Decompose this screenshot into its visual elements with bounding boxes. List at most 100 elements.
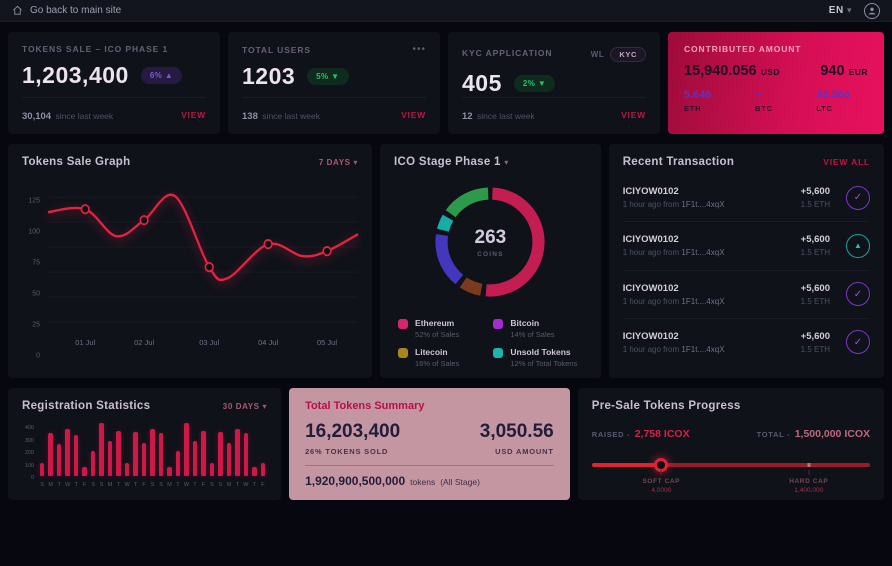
- hard-cap: HARD CAP 1,400,000: [789, 478, 828, 494]
- transaction-row[interactable]: ICIYOW0102 1 hour ago from 1F1t....4xqX …: [623, 174, 870, 221]
- x-tick: S: [97, 482, 105, 488]
- x-tick: T: [233, 482, 241, 488]
- bar: [201, 431, 206, 476]
- tokens-sold-label: 26% TOKENS SOLD: [305, 447, 400, 456]
- transaction-row[interactable]: ICIYOW0102 1 hour ago from 1F1t....4xqX …: [623, 221, 870, 269]
- x-tick: M: [46, 482, 54, 488]
- legend-item: Litecoin16% of Sales: [398, 347, 487, 368]
- bar: [252, 467, 257, 476]
- bar-column: [97, 420, 105, 476]
- y-tick: 400: [25, 425, 34, 431]
- usd-amount: 15,940.056 USD: [684, 63, 780, 79]
- x-tick: 03 Jul: [199, 338, 219, 347]
- triangle-up-icon: ▲: [846, 234, 870, 258]
- stat-label: TOTAL USERS: [242, 45, 311, 55]
- kyc-toggle[interactable]: KYC: [610, 47, 646, 62]
- bar: [184, 423, 189, 476]
- tx-address: 1F1t....4xqX: [681, 345, 724, 354]
- bar: [91, 451, 96, 476]
- y-tick: 75: [32, 260, 40, 267]
- bar: [57, 444, 62, 476]
- transaction-row[interactable]: ICIYOW0102 1 hour ago from 1F1t....4xqX …: [623, 318, 870, 366]
- x-tick: S: [38, 482, 46, 488]
- transaction-list: ICIYOW0102 1 hour ago from 1F1t....4xqX …: [623, 170, 870, 366]
- tx-amount: +5,600 1.5 ETH: [801, 186, 830, 209]
- view-link[interactable]: VIEW: [181, 110, 206, 120]
- stat-value: 1203: [242, 63, 295, 90]
- bar: [176, 451, 181, 476]
- bar-column: [165, 420, 173, 476]
- tx-eth-value: 1.5 ETH: [801, 200, 830, 209]
- range-dropdown-7days[interactable]: 7 DAYS ▾: [319, 158, 358, 167]
- user-avatar[interactable]: [864, 3, 880, 19]
- view-link[interactable]: VIEW: [401, 110, 426, 120]
- y-axis-labels: 4003002001000: [22, 420, 38, 479]
- bar: [116, 431, 121, 476]
- bars: [38, 420, 267, 476]
- bar-column: [182, 420, 190, 476]
- bar-column: [157, 420, 165, 476]
- tx-address: 1F1t....4xqX: [681, 200, 724, 209]
- tx-amount-value: +5,600: [801, 331, 830, 342]
- y-tick: 0: [36, 353, 40, 360]
- range-dropdown-30days[interactable]: 30 DAYS ▾: [223, 402, 267, 411]
- raised-value: 2,758 ICOX: [635, 428, 690, 440]
- bar: [108, 441, 113, 476]
- tx-time: 1 hour ago from 1F1t....4xqX: [623, 297, 801, 306]
- bar: [227, 443, 232, 476]
- back-to-site[interactable]: Go back to main site: [12, 5, 121, 16]
- bar: [133, 432, 138, 476]
- legend-sub: 14% of Sales: [510, 330, 554, 339]
- charts-row: Tokens Sale Graph 7 DAYS ▾ 1251007550250…: [8, 144, 884, 378]
- wl-toggle[interactable]: WL: [591, 50, 605, 59]
- progress-slider: SOFT CAP 4,0000 HARD CAP 1,400,000: [592, 458, 870, 488]
- x-tick: F: [259, 482, 267, 488]
- soft-cap: SOFT CAP 4,0000: [642, 478, 680, 494]
- bar: [142, 443, 147, 476]
- panel-total-tokens-summary: Total Tokens Summary 16,203,400 26% TOKE…: [289, 388, 570, 500]
- x-tick: S: [89, 482, 97, 488]
- bar-column: [259, 420, 267, 476]
- bar-column: [225, 420, 233, 476]
- tx-id: ICIYOW0102: [623, 186, 801, 197]
- check-icon: ✓: [846, 186, 870, 210]
- slider-track[interactable]: [592, 463, 870, 467]
- eur-amount: 940 EUR: [820, 63, 868, 79]
- y-tick: 200: [25, 450, 34, 456]
- eth-amount: 5.646ETH: [684, 89, 712, 113]
- tx-info: ICIYOW0102 1 hour ago from 1F1t....4xqX: [623, 283, 801, 306]
- bar: [125, 463, 130, 476]
- x-tick: T: [250, 482, 258, 488]
- bar: [40, 463, 45, 476]
- x-axis-labels: 01 Jul02 Jul03 Jul04 Jul05 Jul: [48, 336, 358, 350]
- delta-suffix: since last week: [477, 111, 535, 121]
- bar-column: [140, 420, 148, 476]
- bar: [261, 463, 266, 476]
- topbar-right: EN ▾: [829, 3, 880, 19]
- more-menu-icon[interactable]: •••: [412, 44, 426, 55]
- language-label: EN: [829, 5, 844, 16]
- view-link[interactable]: VIEW: [621, 110, 646, 120]
- panel-title: Recent Transaction: [623, 156, 735, 168]
- back-link-label[interactable]: Go back to main site: [30, 5, 121, 16]
- topbar: Go back to main site EN ▾: [0, 0, 892, 22]
- tx-amount: +5,600 1.5 ETH: [801, 331, 830, 354]
- language-selector[interactable]: EN ▾: [829, 5, 852, 16]
- stat-card-total-users: TOTAL USERS ••• 1203 5% ▼ 138 since last…: [228, 32, 440, 134]
- chevron-down-icon[interactable]: ▾: [504, 158, 509, 167]
- total-value: 1,500,000 ICOX: [795, 428, 870, 440]
- arrow-up-icon: ▲: [165, 71, 173, 80]
- panel-recent-transactions: Recent Transaction VIEW ALL ICIYOW0102 1…: [609, 144, 884, 378]
- check-icon: ✓: [846, 330, 870, 354]
- x-tick: S: [216, 482, 224, 488]
- tx-address: 1F1t....4xqX: [681, 248, 724, 257]
- view-all-link[interactable]: VIEW ALL: [823, 157, 870, 167]
- stat-label: KYC APPLICATION: [462, 48, 552, 58]
- bar: [99, 423, 104, 476]
- transaction-row[interactable]: ICIYOW0102 1 hour ago from 1F1t....4xqX …: [623, 270, 870, 318]
- y-axis-labels: 1251007550250: [22, 180, 48, 366]
- bar-column: [123, 420, 131, 476]
- bar: [74, 435, 79, 476]
- x-tick: W: [123, 482, 131, 488]
- tx-amount: +5,600 1.5 ETH: [801, 234, 830, 257]
